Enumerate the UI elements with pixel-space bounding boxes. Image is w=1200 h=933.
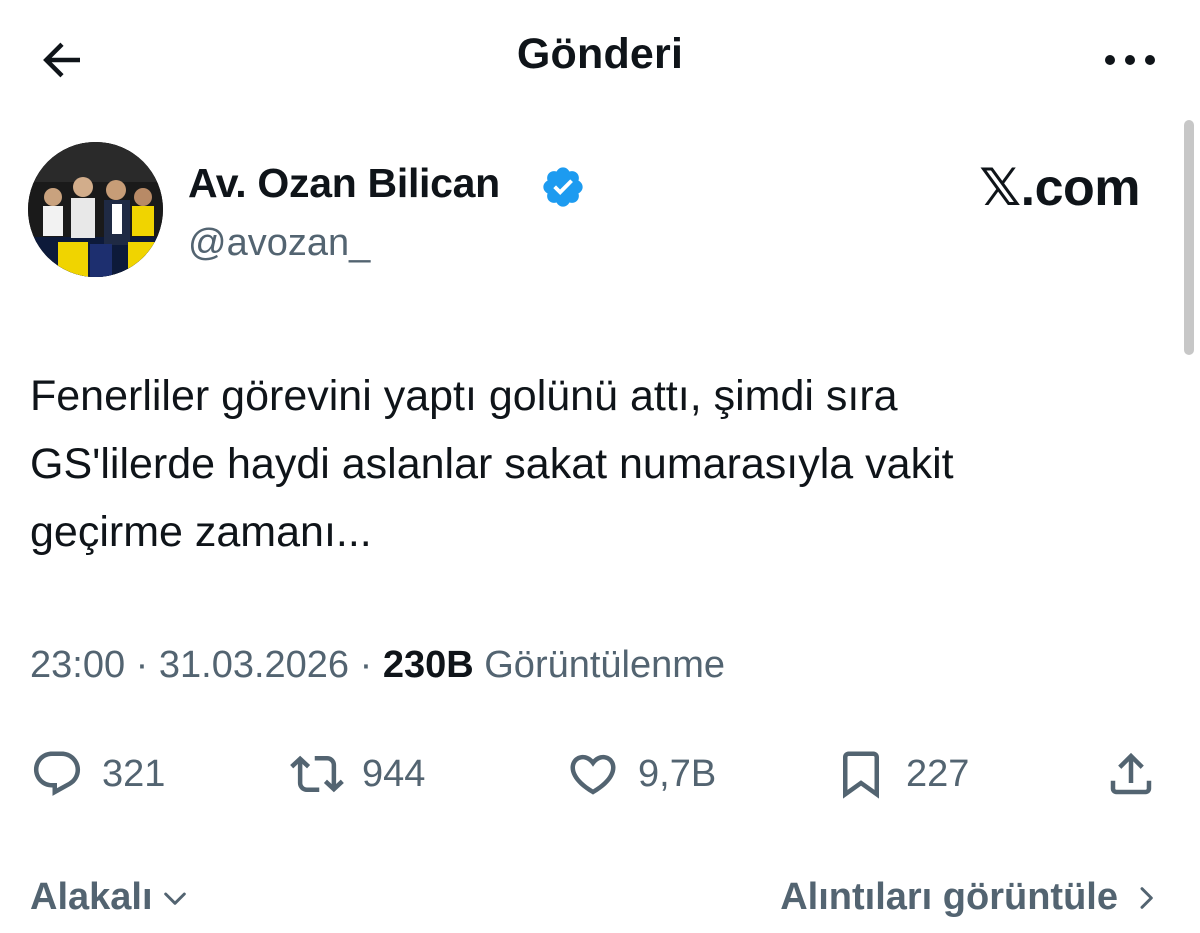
author-handle[interactable]: @avozan_ [188, 222, 370, 265]
meta-separator: · [349, 644, 383, 686]
relevant-label: Alakalı [30, 876, 153, 918]
tweet-time[interactable]: 23:00 [30, 644, 125, 686]
scrollbar[interactable] [1184, 120, 1194, 355]
repost-button[interactable]: 944 [290, 746, 425, 802]
page-title: Gönderi [516, 30, 684, 78]
meta-separator: · [125, 644, 159, 686]
share-button[interactable] [1104, 746, 1158, 802]
view-label: Görüntülenme [484, 644, 726, 686]
share-icon [1110, 752, 1152, 795]
bookmark-count: 227 [906, 752, 970, 795]
reply-icon [33, 751, 81, 796]
author-name[interactable]: Av. Ozan Bilican [188, 160, 500, 207]
avatar-photo [28, 142, 163, 277]
repost-icon [290, 755, 344, 793]
top-bar: Gönderi [0, 0, 1200, 120]
bookmark-icon [843, 751, 879, 799]
reply-count: 321 [102, 752, 166, 795]
tweet-meta: 23:00 · 31.03.2026 · 230B Görüntülenme [30, 644, 725, 687]
tweet-line: Fenerliler görevini yaptı golünü attı, ş… [30, 372, 898, 420]
relevant-dropdown[interactable]: Alakalı [30, 876, 191, 919]
like-count: 9,7B [638, 752, 717, 795]
tweet-date[interactable]: 31.03.2026 [159, 644, 349, 686]
tweet-line: geçirme zamanı... [30, 508, 372, 556]
like-button[interactable]: 9,7B [566, 746, 716, 802]
verified-badge-icon [543, 167, 583, 207]
tweet-line: GS'lilerde haydi aslanlar sakat numarası… [30, 440, 954, 488]
tweet-text: Fenerliler görevini yaptı golünü attı, ş… [30, 362, 1130, 566]
repost-count: 944 [362, 752, 426, 795]
view-quotes-label: Alıntıları görüntüle [780, 876, 1118, 918]
avatar[interactable] [28, 142, 163, 277]
more-options-button[interactable] [1098, 40, 1162, 80]
view-quotes-link[interactable]: Alıntıları görüntüle [780, 876, 1162, 919]
chevron-down-icon [163, 892, 186, 905]
reply-button[interactable]: 321 [30, 746, 165, 802]
brand-watermark: 𝕏.com [979, 159, 1140, 217]
more-horizontal-icon [1105, 55, 1155, 65]
heart-icon [570, 754, 616, 795]
view-count: 230B [382, 644, 474, 686]
bookmark-button[interactable]: 227 [834, 746, 969, 802]
chevron-right-icon [1140, 886, 1153, 909]
